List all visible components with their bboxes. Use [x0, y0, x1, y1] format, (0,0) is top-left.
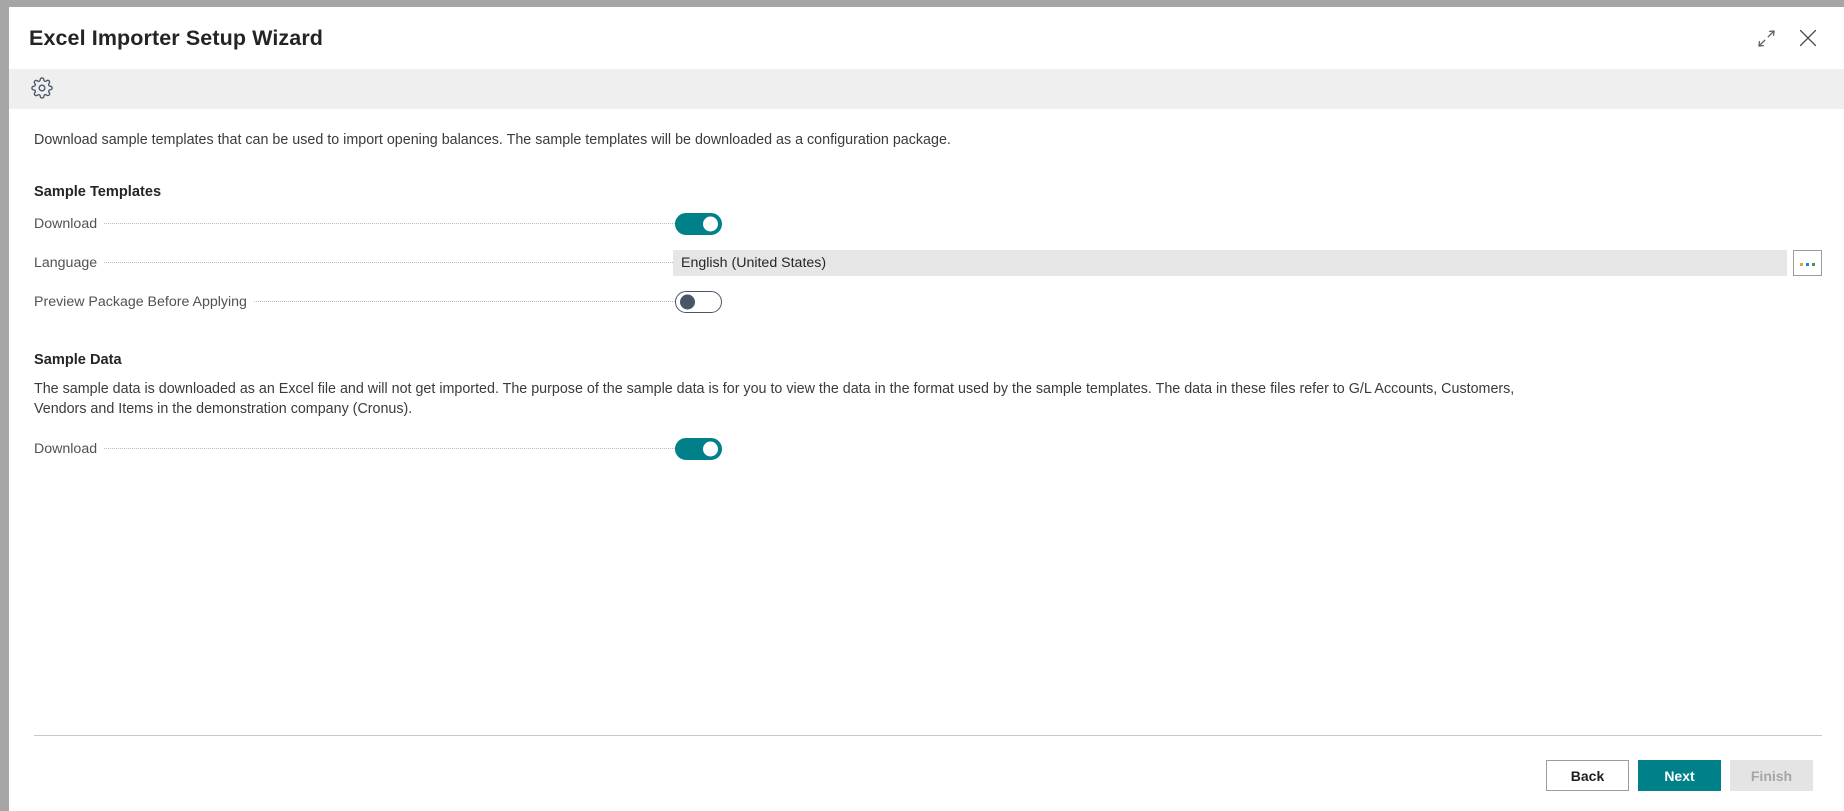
field-leader-dots — [104, 261, 673, 263]
close-button[interactable] — [1790, 20, 1826, 56]
field-leader-dots — [104, 222, 675, 224]
toggle-knob — [680, 294, 695, 310]
field-label: Download — [34, 441, 98, 458]
field-label: Language — [34, 254, 98, 271]
ellipsis-assist-icon — [1799, 256, 1816, 271]
field-control — [675, 213, 1822, 236]
wizard-navigation-actions: Back Next Finish — [25, 736, 1822, 791]
settings-gear-button[interactable] — [27, 74, 57, 104]
field-row-download-sample-data: Download — [34, 433, 1822, 465]
title-bar-actions — [1748, 20, 1826, 56]
section-sample-data: Sample Data The sample data is downloade… — [34, 352, 1822, 465]
back-button[interactable]: Back — [1546, 760, 1629, 791]
title-bar: Excel Importer Setup Wizard — [9, 7, 1844, 69]
command-ribbon — [9, 69, 1844, 109]
section-title: Sample Data — [34, 352, 122, 369]
dialog-body: Download sample templates that can be us… — [9, 109, 1844, 735]
field-row-download-templates: Download — [34, 208, 1822, 240]
language-lookup-field — [673, 250, 1822, 277]
page-title: Excel Importer Setup Wizard — [29, 26, 324, 51]
close-icon — [1797, 27, 1819, 49]
toggle-download-sample-data[interactable] — [675, 438, 722, 461]
field-leader-dots — [104, 447, 675, 449]
field-label: Preview Package Before Applying — [34, 293, 247, 310]
shrink-diagonal-icon — [1757, 29, 1776, 48]
section-description: The sample data is downloaded as an Exce… — [34, 380, 1515, 417]
field-leader-dots — [253, 300, 675, 302]
restore-down-button[interactable] — [1748, 20, 1784, 56]
field-control — [675, 438, 1822, 461]
control-column — [675, 213, 1822, 236]
toggle-preview-package-before-applying[interactable] — [675, 291, 722, 314]
field-row-language: Language — [34, 247, 1822, 279]
field-row-preview-package: Preview Package Before Applying — [34, 286, 1822, 318]
section-sample-templates: Sample Templates Download Language Engli… — [34, 184, 1822, 319]
language-assist-edit-button[interactable] — [1793, 250, 1822, 277]
control-column — [675, 438, 1822, 461]
field-control — [673, 250, 1822, 277]
dialog-footer: Back Next Finish — [9, 735, 1844, 811]
next-button[interactable]: Next — [1638, 760, 1721, 791]
field-control — [675, 291, 1822, 314]
intro-description: Download sample templates that can be us… — [34, 132, 951, 148]
finish-button: Finish — [1730, 760, 1813, 791]
toggle-knob — [703, 441, 718, 457]
toggle-knob — [703, 216, 718, 232]
gear-icon — [31, 76, 53, 102]
toggle-download-templates[interactable] — [675, 213, 722, 236]
language-input[interactable] — [673, 250, 1787, 277]
field-label: Download — [34, 215, 98, 232]
excel-importer-setup-wizard-dialog: Excel Importer Setup Wizard Download sam… — [0, 0, 1844, 811]
section-title: Sample Templates — [34, 183, 162, 200]
control-column — [675, 291, 1822, 314]
